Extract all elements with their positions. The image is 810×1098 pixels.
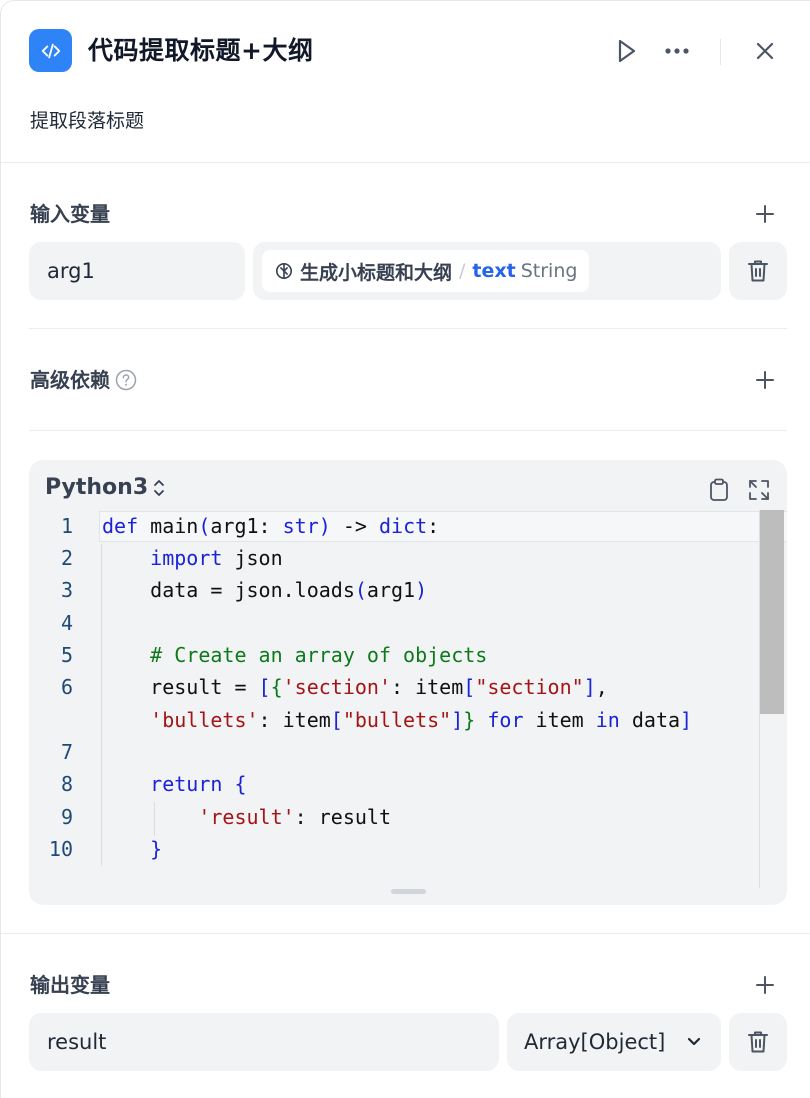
- add-dependency-button[interactable]: [750, 365, 780, 395]
- code-line: def main(arg1: str) -> dict:: [102, 514, 440, 538]
- chevron-down-icon: [687, 1037, 701, 1046]
- more-button[interactable]: [660, 34, 694, 68]
- line-number: 5: [60, 643, 73, 667]
- delete-output-button[interactable]: [729, 1013, 787, 1071]
- code-node-icon: [29, 29, 72, 72]
- line-number: 2: [60, 546, 73, 570]
- input-variables-label: 输入变量: [30, 202, 110, 226]
- language-selector[interactable]: Python3: [45, 475, 166, 500]
- code-line: return {: [150, 772, 247, 796]
- code-line: # Create an array of objects: [150, 643, 488, 667]
- code-line: 'bullets': item["bullets"]} for item in …: [150, 708, 693, 732]
- line-number: 1: [60, 514, 73, 538]
- section-divider: [1, 933, 810, 934]
- scrollbar-thumb[interactable]: [760, 510, 784, 714]
- plus-icon: [756, 371, 774, 389]
- advanced-deps-header: 高级依赖: [30, 366, 137, 394]
- language-label: Python3: [45, 475, 149, 500]
- node-panel: 代码提取标题+大纲 提取段落标题 输入变量 arg1 生成小标题和大纲 / te…: [0, 0, 810, 1098]
- code-line: }: [150, 837, 163, 861]
- editor-resize-handle[interactable]: [391, 889, 426, 894]
- reference-node-name: 生成小标题和大纲: [300, 261, 453, 284]
- line-number: 9: [60, 805, 73, 829]
- code-editor[interactable]: Python3 1 2 3 4 5 6 7 8 9 10 def main(ar…: [29, 460, 787, 905]
- input-variable-reference[interactable]: 生成小标题和大纲 / text String: [253, 242, 721, 300]
- output-type-select[interactable]: Array[Object]: [507, 1013, 721, 1071]
- close-button[interactable]: [748, 34, 782, 68]
- section-divider: [29, 430, 787, 431]
- up-down-chevron-icon: [154, 479, 165, 496]
- output-type-value: Array[Object]: [524, 1030, 666, 1054]
- code-line: result = [{'section': item["section"],: [102, 675, 608, 699]
- reference-variable: text: [472, 260, 516, 282]
- line-number: 7: [60, 740, 73, 764]
- reference-separator: /: [459, 260, 466, 282]
- code-line: import json: [150, 546, 283, 570]
- reference-type: String: [520, 260, 578, 282]
- code-content[interactable]: 1 2 3 4 5 6 7 8 9 10 def main(arg1: str)…: [29, 510, 787, 890]
- line-number: 3: [60, 578, 73, 602]
- delete-input-button[interactable]: [729, 242, 787, 300]
- line-number: 8: [60, 772, 73, 796]
- header-divider: [720, 39, 721, 65]
- expand-editor-button[interactable]: [745, 476, 773, 504]
- trash-icon: [748, 1031, 768, 1053]
- run-button[interactable]: [609, 34, 643, 68]
- line-number: 4: [60, 611, 73, 635]
- line-number: 10: [48, 837, 73, 861]
- output-variable-name-text: result: [47, 1030, 107, 1054]
- close-icon: [756, 42, 774, 60]
- input-variable-name[interactable]: arg1: [29, 242, 245, 300]
- reference-chip[interactable]: 生成小标题和大纲 / text String: [262, 250, 590, 292]
- trash-icon: [748, 260, 768, 282]
- expand-icon: [749, 480, 769, 500]
- header-divider-line: [1, 162, 810, 163]
- add-input-button[interactable]: [750, 199, 780, 229]
- copy-code-button[interactable]: [705, 476, 733, 504]
- node-title[interactable]: 代码提取标题+大纲: [88, 34, 313, 68]
- line-number: 6: [60, 675, 73, 699]
- plus-icon: [756, 205, 774, 223]
- llm-node-icon: [275, 262, 293, 280]
- input-variable-name-text: arg1: [47, 259, 95, 283]
- code-icon: [41, 43, 60, 58]
- plus-icon: [756, 976, 774, 994]
- more-icon: [665, 48, 689, 54]
- help-icon[interactable]: [115, 369, 137, 391]
- advanced-deps-label: 高级依赖: [30, 368, 110, 392]
- code-line: 'result': result: [198, 805, 391, 829]
- code-line: data = json.loads(arg1): [102, 578, 428, 602]
- output-variables-label: 输出变量: [30, 973, 110, 997]
- node-description[interactable]: 提取段落标题: [30, 107, 144, 135]
- output-variable-name[interactable]: result: [29, 1013, 499, 1071]
- add-output-button[interactable]: [750, 970, 780, 1000]
- clipboard-icon: [710, 478, 728, 501]
- play-icon: [618, 39, 636, 63]
- section-divider: [29, 328, 787, 329]
